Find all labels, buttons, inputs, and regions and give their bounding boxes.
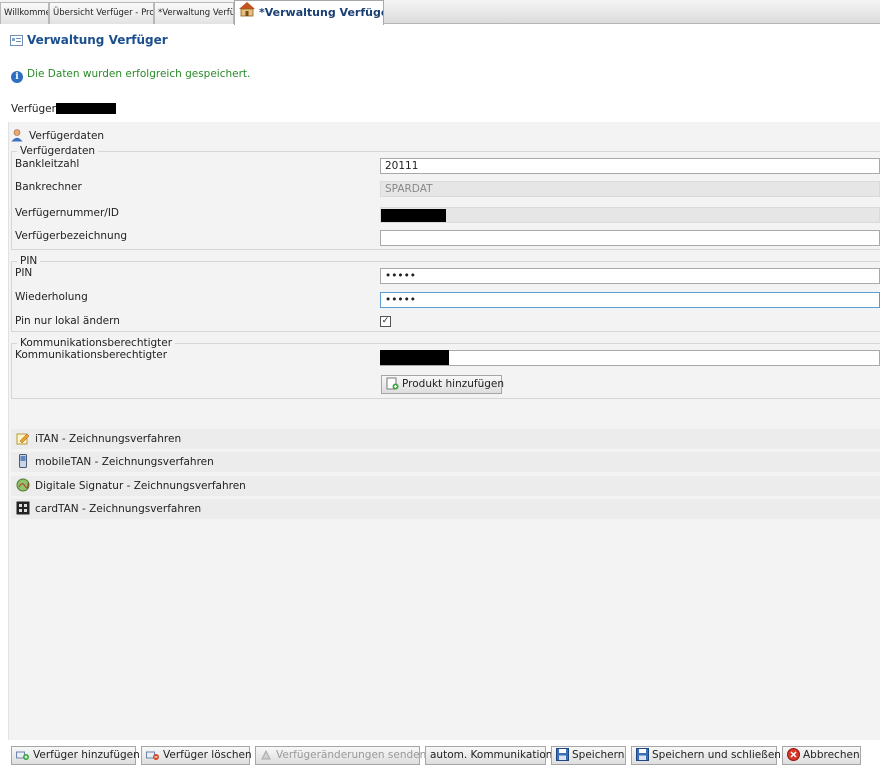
verfueger-loeschen-button[interactable]: Verfüger löschen bbox=[141, 746, 252, 767]
section-title: cardTAN - Zeichnungsverfahren bbox=[35, 503, 202, 515]
tab-label: Übersicht Verfüger - Produkte bbox=[53, 8, 153, 18]
pin-label: PIN bbox=[15, 267, 33, 279]
section-title: mobileTAN - Zeichnungsverfahren bbox=[35, 456, 214, 468]
redacted-kommunikationsberechtigter bbox=[380, 350, 449, 365]
fieldset-legend: Kommunikationsberechtigter bbox=[20, 337, 173, 349]
button-label: Verfüger löschen bbox=[163, 749, 252, 761]
pin-lokal-checkbox[interactable]: ✓ bbox=[380, 316, 391, 327]
user-icon bbox=[10, 128, 24, 145]
pin-lokal-label: Pin nur lokal ändern bbox=[15, 315, 120, 327]
tab-willkommen[interactable]: Willkommen bbox=[0, 2, 49, 24]
button-label: Verfüger hinzufügen bbox=[33, 749, 140, 761]
tab-label: *Verwaltung Verfüger bbox=[158, 8, 233, 18]
button-label: Speichern bbox=[572, 749, 625, 761]
tab-bar: Willkommen Übersicht Verfüger - Produkte… bbox=[0, 0, 880, 25]
pin-wiederholung-field[interactable]: ••••• bbox=[380, 292, 880, 308]
success-message-text: Die Daten wurden erfolgreich gespeichert… bbox=[27, 68, 251, 80]
bankleitzahl-field[interactable]: 20111 bbox=[380, 158, 880, 174]
bankleitzahl-label: Bankleitzahl bbox=[15, 158, 80, 170]
verfuegernummer-field bbox=[380, 207, 880, 223]
pencil-icon bbox=[16, 431, 30, 452]
verfuegerbezeichnung-label: Verfügerbezeichnung bbox=[15, 230, 128, 242]
success-message: i Die Daten wurden erfolgreich gespeicher… bbox=[11, 68, 250, 83]
button-label: autom. Kommunikation bbox=[430, 749, 553, 761]
tab-uebersicht-verfueger-produkte[interactable]: Übersicht Verfüger - Produkte bbox=[49, 2, 154, 24]
speichern-button[interactable]: Speichern bbox=[551, 746, 626, 765]
section-cardtan[interactable]: cardTAN - Zeichnungsverfahren bbox=[11, 499, 880, 519]
section-title: Verfügerdaten bbox=[29, 130, 105, 142]
section-itan[interactable]: iTAN - Zeichnungsverfahren bbox=[11, 429, 880, 449]
page-title-text: Verwaltung Verfüger bbox=[27, 33, 168, 47]
signature-icon bbox=[16, 478, 30, 499]
fieldset-legend: PIN bbox=[20, 255, 38, 267]
button-label: Abbrechen bbox=[803, 749, 860, 761]
verfuegernummer-label: Verfügernummer/ID bbox=[15, 207, 120, 219]
kommunikationsberechtigter-field[interactable] bbox=[380, 350, 880, 366]
fieldset-legend: Verfügerdaten bbox=[20, 145, 96, 157]
pin-field[interactable]: ••••• bbox=[380, 268, 880, 284]
wiederholung-label: Wiederholung bbox=[15, 291, 88, 303]
add-user-icon bbox=[16, 749, 30, 767]
mobile-phone-icon bbox=[16, 454, 30, 475]
autom-kommunikation-button[interactable]: autom. Kommunikation bbox=[425, 746, 552, 765]
button-label: Speichern und schließen bbox=[652, 749, 781, 761]
delete-user-icon bbox=[146, 749, 160, 767]
section-verfuegerdaten[interactable]: Verfügerdaten bbox=[10, 128, 104, 145]
section-title: iTAN - Zeichnungsverfahren bbox=[35, 433, 182, 445]
produkt-hinzufuegen-button[interactable]: Produkt hinzufügen bbox=[381, 375, 505, 396]
verfuegeraenderungen-senden-button[interactable]: Verfügeränderungen senden bbox=[255, 746, 426, 767]
send-icon bbox=[260, 749, 273, 767]
cancel-icon bbox=[787, 748, 800, 767]
save-icon bbox=[556, 748, 569, 767]
button-label: Produkt hinzufügen bbox=[402, 378, 505, 390]
tab-label: *Verwaltung Verfüger bbox=[259, 6, 384, 19]
save-close-icon bbox=[636, 748, 649, 767]
card-reader-icon bbox=[16, 501, 30, 522]
section-digitale-signatur[interactable]: Digitale Signatur - Zeichnungsverfahren bbox=[11, 476, 880, 496]
speichern-und-schliessen-button[interactable]: Speichern und schließen bbox=[631, 746, 781, 767]
abbrechen-button[interactable]: Abbrechen bbox=[782, 746, 861, 765]
add-product-icon bbox=[386, 377, 399, 396]
form-icon bbox=[10, 35, 23, 49]
tab-label: Willkommen bbox=[4, 8, 48, 18]
tab-verwaltung-verfueger-active[interactable]: *Verwaltung Verfüger⊠ bbox=[234, 0, 384, 25]
verfueger-label: Verfüger bbox=[11, 103, 56, 115]
redacted-verfuegernummer bbox=[381, 209, 446, 222]
bankrechner-field: SPARDAT bbox=[380, 181, 880, 197]
verfuegerbezeichnung-field[interactable] bbox=[380, 230, 880, 246]
verfueger-hinzufuegen-button[interactable]: Verfüger hinzufügen bbox=[11, 746, 140, 767]
info-icon: i bbox=[11, 71, 23, 83]
tab-verwaltung-verfueger-1[interactable]: *Verwaltung Verfüger bbox=[154, 2, 234, 24]
kommunikationsberechtigter-label: Kommunikationsberechtigter bbox=[15, 349, 168, 361]
section-title: Digitale Signatur - Zeichnungsverfahren bbox=[35, 480, 246, 492]
bankrechner-label: Bankrechner bbox=[15, 181, 82, 193]
section-mobiletan[interactable]: mobileTAN - Zeichnungsverfahren bbox=[11, 452, 880, 472]
redacted-verfueger-name bbox=[56, 103, 116, 114]
button-label: Verfügeränderungen senden bbox=[276, 749, 427, 761]
page-title: Verwaltung Verfüger bbox=[10, 33, 168, 49]
house-icon bbox=[238, 1, 256, 25]
